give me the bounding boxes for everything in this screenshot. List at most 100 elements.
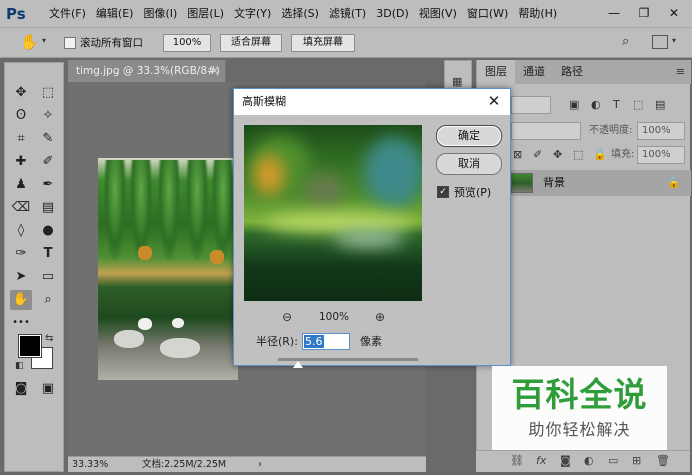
workspace-icon[interactable] [652, 35, 668, 49]
blend-mode-dropdown[interactable] [511, 122, 581, 140]
preview-blob [364, 137, 422, 207]
default-colors-icon[interactable]: ◧ [15, 361, 24, 371]
marquee-tool-icon[interactable]: ⬚ [37, 83, 59, 103]
quick-mask-icon[interactable]: ◙ [10, 379, 32, 399]
close-icon[interactable]: ✕ [484, 91, 504, 111]
radius-slider-thumb[interactable] [293, 361, 303, 368]
blur-preview[interactable] [244, 125, 422, 301]
zoom-in-icon[interactable]: ⊕ [370, 307, 390, 327]
link-layers-icon[interactable]: ⛓ [510, 454, 524, 467]
layer-kind-dropdown[interactable] [511, 96, 551, 114]
shape-tool-icon[interactable]: ▭ [37, 267, 59, 287]
search-icon[interactable]: ⌕ [622, 34, 629, 49]
gradient-tool-icon[interactable]: ▤ [37, 198, 59, 218]
filter-shape-icon[interactable]: ⬚ [633, 96, 643, 114]
fx-icon[interactable]: fx [536, 454, 546, 467]
menu-filter[interactable]: 滤镜(T) [324, 0, 371, 28]
hand-icon[interactable]: ✋ [20, 33, 39, 51]
menu-window[interactable]: 窗口(W) [462, 0, 513, 28]
chevron-down-icon[interactable]: ▾ [672, 36, 676, 45]
panel-menu-icon[interactable]: ≡ [676, 65, 685, 78]
screen-mode-icon[interactable]: ▣ [37, 379, 59, 399]
menu-select[interactable]: 选择(S) [276, 0, 324, 28]
ok-button[interactable]: 确定 [436, 125, 502, 147]
tab-paths[interactable]: 路径 [553, 60, 591, 84]
tab-channels[interactable]: 通道 [515, 60, 553, 84]
pen-tool-icon[interactable]: ✑ [10, 244, 32, 264]
minimize-button[interactable]: — [604, 4, 624, 22]
history-brush-tool-icon[interactable]: ✒ [37, 175, 59, 195]
zoom-tool-icon[interactable]: ⌕ [37, 290, 59, 310]
preview-blob [254, 155, 284, 195]
swap-colors-icon[interactable]: ⇆ [45, 333, 53, 344]
adjustment-layer-icon[interactable]: ◐ [584, 454, 594, 467]
scroll-all-checkbox[interactable] [64, 37, 76, 49]
radius-input[interactable]: 5.6 [302, 333, 350, 350]
filter-adjust-icon[interactable]: ◐ [591, 96, 601, 114]
preview-checkbox[interactable]: ✓ [437, 186, 449, 198]
crop-tool-icon[interactable]: ⌗ [10, 129, 32, 149]
lock-artboard-icon[interactable]: ⬚ [573, 146, 583, 164]
foreground-color-swatch[interactable] [18, 334, 42, 358]
menu-type[interactable]: 文字(Y) [229, 0, 276, 28]
opacity-field[interactable]: 100% [637, 122, 685, 140]
chevron-down-icon[interactable]: ▾ [42, 36, 46, 45]
document-tab[interactable]: timg.jpg @ 33.3%(RGB/8#) × [68, 60, 226, 82]
menu-help[interactable]: 帮助(H) [513, 0, 562, 28]
restore-button[interactable]: ❐ [634, 4, 654, 22]
status-menu-arrow[interactable]: › [258, 457, 262, 472]
new-layer-icon[interactable]: ⊞ [632, 454, 641, 467]
layer-row[interactable]: 背景 🔒 [507, 170, 691, 196]
new-group-icon[interactable]: ▭ [608, 454, 618, 467]
close-tab-icon[interactable]: × [210, 60, 219, 82]
filter-smart-icon[interactable]: ▤ [655, 96, 665, 114]
delete-layer-icon[interactable]: 🗑 [656, 454, 670, 467]
menu-bar: Ps 文件(F) 编辑(E) 图像(I) 图层(L) 文字(Y) 选择(S) 滤… [0, 0, 692, 28]
menu-view[interactable]: 视图(V) [414, 0, 462, 28]
brush-tool-icon[interactable]: ✐ [37, 152, 59, 172]
lock-all-icon[interactable]: 🔒 [593, 146, 607, 164]
menu-3d[interactable]: 3D(D) [371, 0, 414, 28]
hand-tool-icon[interactable]: ✋ [10, 290, 32, 310]
image-tree [158, 160, 180, 260]
menu-file[interactable]: 文件(F) [44, 0, 91, 28]
magic-wand-tool-icon[interactable]: ✧ [37, 106, 59, 126]
blur-tool-icon[interactable]: ◊ [10, 221, 32, 241]
zoom-level-field[interactable]: 33.33% [72, 457, 108, 472]
fill-field[interactable]: 100% [637, 146, 685, 164]
document-tab-title: timg.jpg @ 33.3%(RGB/8#) [76, 65, 220, 77]
menu-image[interactable]: 图像(I) [138, 0, 182, 28]
lasso-tool-icon[interactable]: ʘ [10, 106, 32, 126]
lock-icon: 🔒 [667, 176, 681, 189]
stamp-tool-icon[interactable]: ♟ [10, 175, 32, 195]
tools-panel: ✥ ⬚ ʘ ✧ ⌗ ✎ ✚ ✐ ♟ ✒ ⌫ ▤ ◊ ● ✑ T ➤ ▭ ✋ ⌕ … [4, 62, 64, 472]
filter-type-icon[interactable]: T [613, 96, 620, 114]
menu-layer[interactable]: 图层(L) [182, 0, 229, 28]
dodge-tool-icon[interactable]: ● [37, 221, 59, 241]
image-flower [172, 318, 184, 328]
layer-thumbnail [511, 173, 533, 193]
eyedropper-tool-icon[interactable]: ✎ [37, 129, 59, 149]
radius-label: 半径(R): [256, 335, 298, 348]
fill-screen-button[interactable]: 填充屏幕 [291, 34, 355, 52]
lock-pixels-icon[interactable]: ⊠ [513, 146, 522, 164]
tab-layers[interactable]: 图层 [477, 60, 515, 84]
path-select-tool-icon[interactable]: ➤ [10, 267, 32, 287]
cancel-button[interactable]: 取消 [436, 153, 502, 175]
lock-paint-icon[interactable]: ✐ [533, 146, 542, 164]
zoom-100-button[interactable]: 100% [163, 34, 211, 52]
close-window-button[interactable]: ✕ [664, 4, 684, 22]
healing-tool-icon[interactable]: ✚ [10, 152, 32, 172]
eraser-tool-icon[interactable]: ⌫ [10, 198, 32, 218]
panel-collapsed-icon[interactable]: ▦ [452, 75, 462, 88]
filter-pixel-icon[interactable]: ▣ [569, 96, 579, 114]
fit-screen-button[interactable]: 适合屏幕 [220, 34, 282, 52]
more-tools-icon[interactable]: ••• [10, 313, 32, 333]
add-mask-icon[interactable]: ◙ [560, 454, 571, 467]
type-tool-icon[interactable]: T [37, 244, 59, 264]
move-tool-icon[interactable]: ✥ [10, 83, 32, 103]
lock-position-icon[interactable]: ✥ [553, 146, 562, 164]
menu-edit[interactable]: 编辑(E) [91, 0, 139, 28]
zoom-out-icon[interactable]: ⊖ [277, 307, 297, 327]
dialog-titlebar[interactable]: 高斯模糊 ✕ [234, 89, 510, 115]
